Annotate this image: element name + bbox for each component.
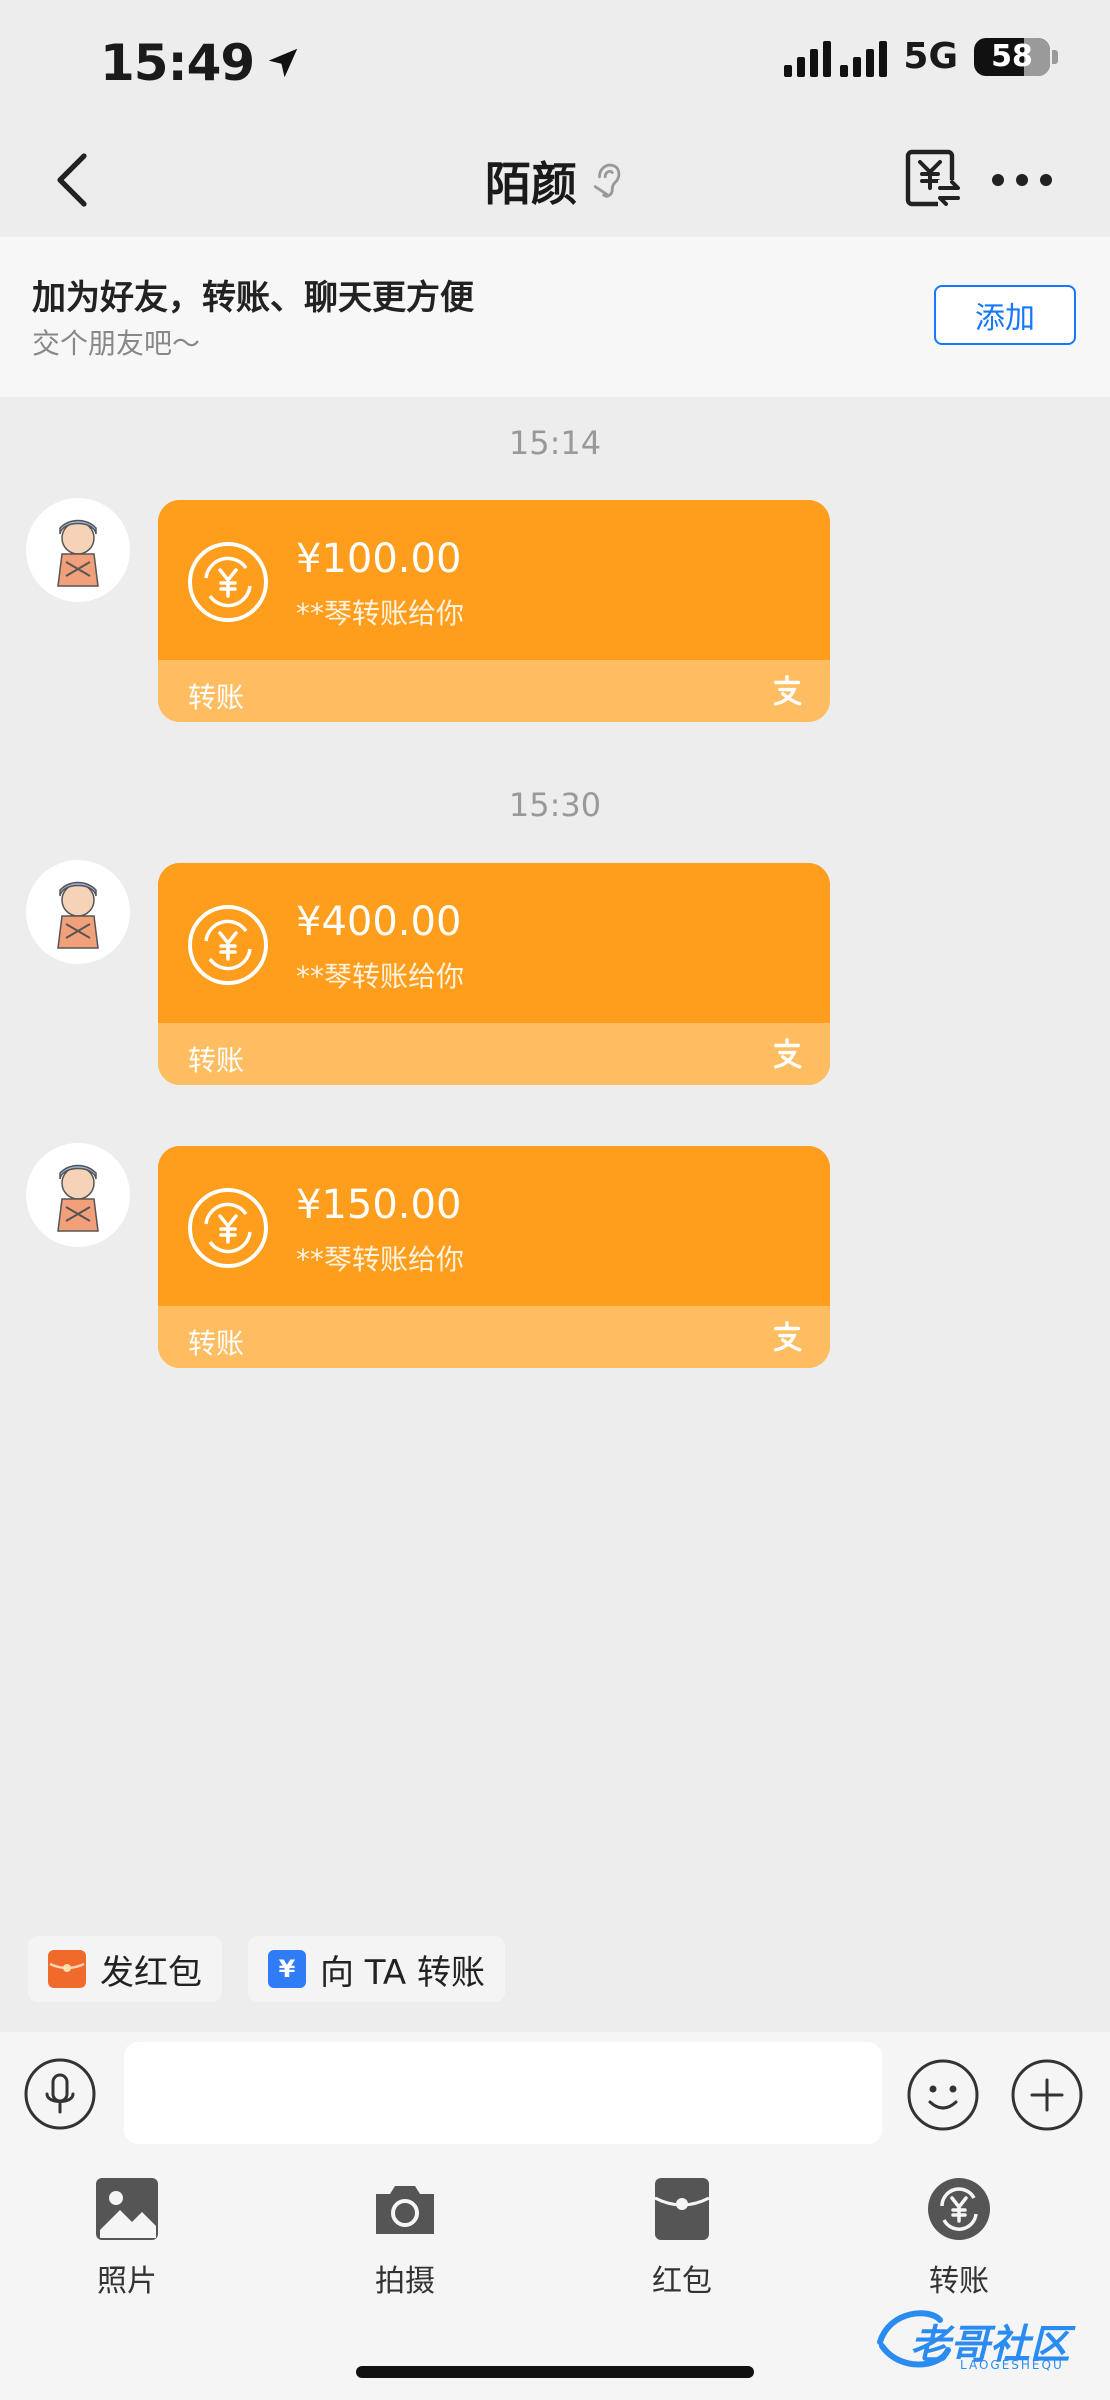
emoji-button[interactable] [906,2058,980,2132]
photo-icon [96,2178,158,2240]
avatar-cartoon-icon [57,881,99,949]
transfer-yuan-icon [188,905,268,985]
transfer-amount: ¥400.00 [296,899,462,945]
smiley-icon [907,2059,979,2131]
transfer-to-ta-label: 向 TA 转账 [320,1952,486,1993]
signal-icon [784,37,888,77]
voice-input-button[interactable] [24,2058,96,2130]
panel-label: 拍摄 [375,2264,435,2299]
alipay-icon [773,1321,802,1352]
transfer-yuan-icon [188,1188,268,1268]
red-packet-icon [48,1950,86,1988]
transfer-card[interactable]: ¥400.00 **琴转账给你 转账 [158,863,830,1085]
location-arrow-icon [268,48,298,78]
banner-title: 加为好友，转账、聊天更方便 [32,278,474,318]
alipay-icon [773,1038,802,1069]
panel-label: 红包 [652,2264,712,2299]
microphone-icon [24,2058,96,2130]
message-input[interactable] [124,2042,882,2144]
add-friend-button[interactable]: 添加 [934,285,1076,345]
transfer-amount: ¥100.00 [296,536,462,582]
panel-item-transfer[interactable]: 转账 [879,2176,1039,2300]
panel-item-camera[interactable]: 拍摄 [325,2176,485,2300]
ear-icon[interactable] [591,161,625,201]
send-red-packet-label: 发红包 [100,1952,202,1993]
more-functions-button[interactable] [1010,2058,1084,2132]
clock-text: 15:49 [100,34,255,92]
transfer-card[interactable]: ¥100.00 **琴转账给你 转账 [158,500,830,722]
avatar[interactable] [26,498,130,602]
panel-label: 转账 [929,2264,989,2299]
transfer-record-button[interactable] [904,148,962,210]
transfer-description: **琴转账给你 [296,960,465,993]
battery-icon: 58 [974,37,1058,76]
alipay-icon [773,675,802,706]
watermark-subtext: LAOGESHEQU [960,2358,1064,2372]
panel-item-photo[interactable]: 照片 [47,2176,207,2300]
yuan-ticket-icon: ¥ [268,1950,306,1988]
more-dot-icon [1016,174,1028,186]
panel-item-red-packet[interactable]: 红包 [602,2176,762,2300]
banner-subtitle: 交个朋友吧～ [32,327,201,360]
avatar[interactable] [26,860,130,964]
transfer-card[interactable]: ¥150.00 **琴转账给你 转账 [158,1146,830,1368]
network-type: 5G [903,36,958,77]
transfer-yuan-icon [188,542,268,622]
panel-label: 照片 [97,2264,157,2299]
avatar-cartoon-icon [57,1164,99,1232]
red-packet-icon [654,2178,710,2240]
yuan-exchange-icon [905,149,962,208]
transfer-to-ta-button[interactable]: ¥ 向 TA 转账 [248,1936,506,2002]
home-indicator[interactable] [356,2366,754,2378]
transfer-label: 转账 [188,1327,245,1360]
message-timestamp: 15:14 [508,424,602,462]
avatar-cartoon-icon [57,519,99,587]
transfer-icon [928,2178,990,2240]
transfer-amount: ¥150.00 [296,1182,462,1228]
message-timestamp: 15:30 [508,786,602,824]
transfer-description: **琴转账给你 [296,597,465,630]
send-red-packet-button[interactable]: 发红包 [28,1936,222,2002]
more-dot-icon [1040,174,1052,186]
battery-level: 58 [991,39,1033,74]
contact-name: 陌颜 [485,157,577,211]
more-options-button[interactable] [992,160,1052,200]
status-indicators: 5G 58 [784,36,1058,77]
transfer-label: 转账 [188,1044,245,1077]
transfer-label: 转账 [188,681,245,714]
plus-circle-icon [1011,2059,1083,2131]
watermark-logo: 老哥社区 LAOGESHEQU [870,2302,1100,2378]
more-dot-icon [992,174,1004,186]
status-time: 15:49 [100,34,302,92]
transfer-description: **琴转账给你 [296,1243,465,1276]
camera-icon [376,2186,434,2234]
avatar[interactable] [26,1143,130,1247]
